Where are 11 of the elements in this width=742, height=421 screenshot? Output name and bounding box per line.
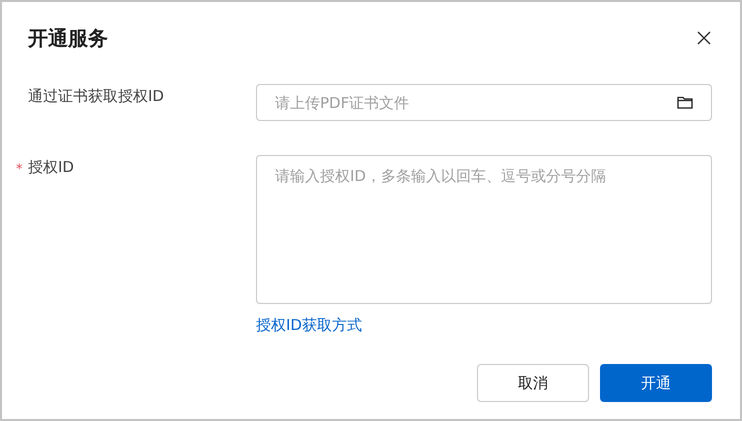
folder-icon[interactable]	[677, 96, 693, 109]
help-link[interactable]: 授权ID获取方式	[256, 315, 362, 335]
confirm-button[interactable]: 开通	[600, 364, 712, 402]
close-icon[interactable]	[697, 31, 711, 45]
field-label: 授权ID	[28, 158, 74, 176]
cancel-button[interactable]: 取消	[477, 364, 589, 402]
file-upload-field[interactable]: 请上传PDF证书文件	[256, 84, 712, 121]
field-label: 通过证书获取授权ID	[28, 87, 164, 105]
dialog-title: 开通服务	[28, 24, 108, 52]
required-mark: *	[16, 162, 22, 177]
input-field[interactable]: 请输入授权ID，多条输入以回车、逗号或分号分隔	[256, 155, 712, 304]
